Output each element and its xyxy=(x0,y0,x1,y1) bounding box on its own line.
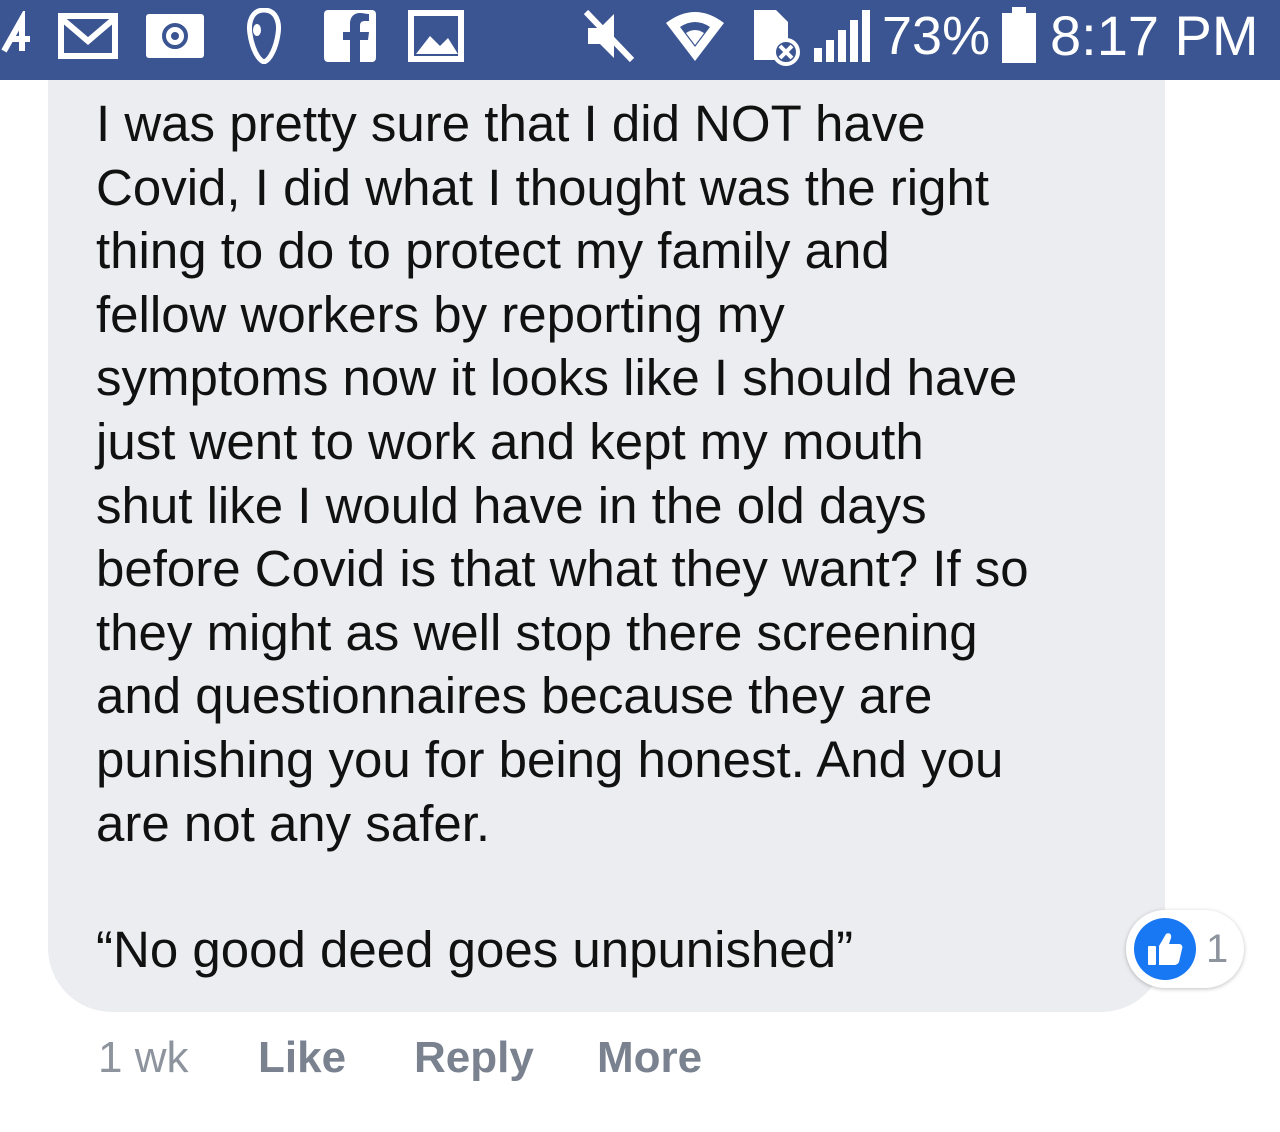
gmail-icon xyxy=(58,8,118,64)
like-icon xyxy=(1134,918,1196,980)
comment-line: before Covid is that what they want? If … xyxy=(96,540,1029,598)
battery-icon xyxy=(1000,7,1038,64)
reaction-count: 1 xyxy=(1206,927,1229,971)
data-off-icon xyxy=(750,8,800,66)
comment-line: I was pretty sure that I did NOT have xyxy=(96,95,926,152)
facebook-icon xyxy=(322,8,378,64)
comment-line: and questionnaires because they are xyxy=(96,667,933,725)
comment-line: symptoms now it looks like I should have xyxy=(96,349,1018,407)
comment-quote: “No good deed goes unpunished” xyxy=(96,921,854,978)
comment-line: thing to do to protect my family and xyxy=(96,222,890,280)
comment-line: are not any safer. xyxy=(96,794,491,852)
wifi-icon xyxy=(664,8,726,64)
comment-timestamp: 1 wk xyxy=(98,1033,189,1082)
battery-percent: 73% xyxy=(882,6,991,66)
comment-line: fellow workers by reporting my xyxy=(96,285,785,343)
comment-line: punishing you for being honest. And you xyxy=(96,730,1004,788)
status-time: 8:17 PM xyxy=(1050,4,1259,67)
status-bar: 73% 8:17 PM xyxy=(0,0,1280,80)
reply-button[interactable]: Reply xyxy=(414,1030,534,1090)
comment-line: they might as well stop there screening xyxy=(96,603,978,661)
reaction-summary[interactable]: 1 xyxy=(1126,910,1244,988)
comment-text: I was pretty sure that I did NOT have Co… xyxy=(96,92,1156,855)
like-button[interactable]: Like xyxy=(258,1030,346,1090)
comment-line: just went to work and kept my mouth xyxy=(96,412,924,470)
gallery-icon xyxy=(408,8,464,64)
alien-icon xyxy=(244,8,284,64)
more-button[interactable]: More xyxy=(597,1030,702,1090)
mute-icon xyxy=(582,8,636,64)
email-icon xyxy=(144,8,206,64)
comment-line: Covid, I did what I thought was the righ… xyxy=(96,158,989,216)
signal-icon xyxy=(812,8,872,64)
arrow-icon xyxy=(0,8,36,64)
comment-line: shut like I would have in the old days xyxy=(96,476,927,534)
